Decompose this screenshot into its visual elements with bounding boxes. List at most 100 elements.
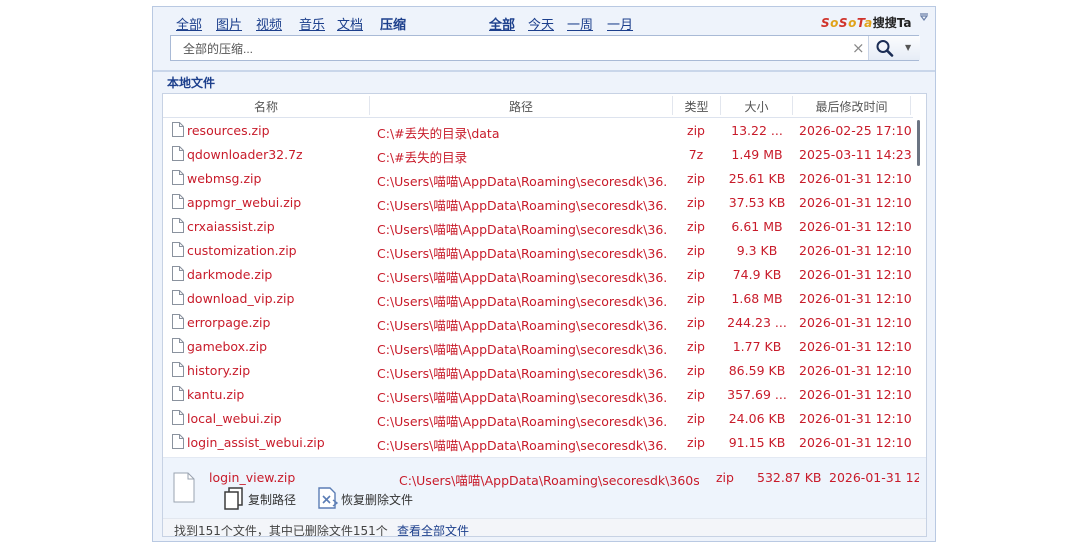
file-name: crxaiassist.zip — [187, 219, 275, 234]
file-row[interactable]: download_vip.zip C:\Users\喵喵\AppData\Roam… — [163, 286, 913, 310]
section-title: 本地文件 — [167, 76, 216, 90]
file-name: appmgr_webui.zip — [187, 195, 302, 210]
file-name: darkmode.zip — [187, 267, 273, 282]
file-type: zip — [687, 363, 705, 378]
selected-file-type: zip — [716, 470, 734, 485]
file-modified: 2025-03-11 14:23 — [799, 147, 912, 162]
file-icon — [172, 434, 184, 449]
file-path: C:\#丢失的目录 — [377, 150, 468, 165]
divider — [153, 70, 935, 72]
file-size: 13.22 ... — [731, 123, 783, 138]
filter-music[interactable]: 音乐 — [299, 14, 325, 33]
time-filter-today[interactable]: 今天 — [528, 14, 554, 33]
file-list-panel: 名称 路径 类型 大小 最后修改时间 resources.zip C:\#丢失的目… — [162, 93, 927, 537]
restore-icon — [318, 487, 339, 509]
file-modified: 2026-01-31 12:10 — [799, 195, 912, 210]
file-icon — [172, 194, 184, 209]
file-path: C:\#丢失的目录\data — [377, 126, 500, 141]
filter-images[interactable]: 图片 — [216, 14, 242, 33]
file-modified: 2026-01-31 12:10 — [799, 171, 912, 186]
file-row[interactable]: qdownloader32.7z C:\#丢失的目录 7z 1.49 MB 2025-0… — [163, 142, 913, 166]
file-icon — [172, 122, 184, 137]
filter-archive[interactable]: 压缩 — [380, 14, 406, 33]
file-size: 91.15 KB — [728, 435, 786, 450]
time-filter-all[interactable]: 全部 — [489, 14, 515, 33]
file-size: 1.49 MB — [731, 147, 783, 162]
scrollbar[interactable] — [914, 94, 926, 456]
file-row[interactable]: history.zip C:\Users\喵喵\AppData\Roaming\s… — [163, 358, 913, 382]
selected-file-path: C:\Users\喵喵\AppData\Roaming\secoresdk\36… — [399, 473, 699, 488]
file-path: C:\Users\喵喵\AppData\Roaming\secoresdk\36… — [377, 198, 667, 213]
file-row[interactable]: darkmode.zip C:\Users\喵喵\AppData\Roaming\… — [163, 262, 913, 286]
file-icon — [172, 362, 184, 377]
file-modified: 2026-01-31 12:10 — [799, 291, 912, 306]
logo-letter: o — [830, 16, 839, 30]
file-type: zip — [687, 243, 705, 258]
file-modified: 2026-02-25 17:10 — [799, 123, 912, 138]
column-name[interactable]: 名称 — [163, 98, 369, 115]
file-row[interactable]: appmgr_webui.zip C:\Users\喵喵\AppData\Roam… — [163, 190, 913, 214]
file-path: C:\Users\喵喵\AppData\Roaming\secoresdk\36… — [377, 174, 667, 189]
collapse-icon[interactable] — [919, 13, 929, 23]
logo-letter: S — [821, 16, 831, 30]
file-row[interactable]: resources.zip C:\#丢失的目录\data zip 13.22 ... 2… — [163, 118, 913, 142]
file-row[interactable]: customization.zip C:\Users\喵喵\AppData\Roa… — [163, 238, 913, 262]
filter-video[interactable]: 视频 — [256, 14, 282, 33]
file-row[interactable]: webmsg.zip C:\Users\喵喵\AppData\Roaming\se… — [163, 166, 913, 190]
file-icon — [172, 242, 184, 257]
search-bar: × ▼ — [170, 35, 920, 62]
file-type: zip — [687, 435, 705, 450]
column-modified[interactable]: 最后修改时间 — [793, 98, 910, 115]
file-path: C:\Users\喵喵\AppData\Roaming\secoresdk\36… — [377, 438, 667, 453]
file-type: zip — [687, 219, 705, 234]
file-path: C:\Users\喵喵\AppData\Roaming\secoresdk\36… — [377, 366, 667, 381]
clear-icon[interactable]: × — [852, 39, 865, 57]
file-icon — [172, 218, 184, 233]
selected-file-size: 532.87 KB — [757, 470, 822, 485]
file-name: gamebox.zip — [187, 339, 267, 354]
copy-path-label: 复制路径 — [248, 493, 297, 507]
file-name: resources.zip — [187, 123, 270, 138]
copy-icon — [224, 487, 243, 510]
file-modified: 2026-01-31 12:10 — [799, 339, 912, 354]
file-modified: 2026-01-31 12:10 — [799, 267, 912, 282]
file-row[interactable]: login_assist_webui.zip C:\Users\喵喵\AppDat… — [163, 430, 913, 454]
list-header: 名称 路径 类型 大小 最后修改时间 — [163, 94, 913, 118]
file-row[interactable]: crxaiassist.zip C:\Users\喵喵\AppData\Roami… — [163, 214, 913, 238]
view-all-files-link[interactable]: 查看全部文件 — [397, 522, 469, 536]
file-row[interactable]: errorpage.zip C:\Users\喵喵\AppData\Roaming… — [163, 310, 913, 334]
selected-file-modified: 2026-01-31 12:10 — [829, 470, 919, 485]
selected-file-name: login_view.zip — [209, 470, 296, 485]
file-row[interactable]: kantu.zip C:\Users\喵喵\AppData\Roaming\sec… — [163, 382, 913, 406]
search-input[interactable] — [181, 36, 845, 62]
file-row[interactable]: gamebox.zip C:\Users\喵喵\AppData\Roaming\s… — [163, 334, 913, 358]
column-size[interactable]: 大小 — [721, 98, 792, 115]
search-button[interactable]: ▼ — [868, 36, 920, 60]
file-size: 1.68 MB — [731, 291, 783, 306]
time-filter-week[interactable]: 一周 — [567, 14, 593, 33]
time-filter-month[interactable]: 一月 — [607, 14, 633, 33]
file-path: C:\Users\喵喵\AppData\Roaming\secoresdk\36… — [377, 270, 667, 285]
column-type[interactable]: 类型 — [673, 98, 720, 115]
file-icon — [172, 146, 184, 161]
file-type: zip — [687, 267, 705, 282]
file-path: C:\Users\喵喵\AppData\Roaming\secoresdk\36… — [377, 246, 667, 261]
file-path: C:\Users\喵喵\AppData\Roaming\secoresdk\36… — [377, 414, 667, 429]
filter-docs[interactable]: 文档 — [337, 14, 363, 33]
scrollbar-thumb[interactable] — [917, 120, 920, 166]
file-modified: 2026-01-31 12:10 — [799, 435, 912, 450]
file-icon — [172, 410, 184, 425]
logo-text: SoSoTa — [821, 16, 873, 30]
column-path[interactable]: 路径 — [370, 98, 672, 115]
file-row[interactable]: local_webui.zip C:\Users\喵喵\AppData\Roami… — [163, 406, 913, 430]
filter-all[interactable]: 全部 — [176, 14, 202, 33]
file-type: 7z — [688, 147, 704, 162]
status-text: 找到151个文件，其中已删除文件151个 — [174, 524, 388, 537]
file-size: 6.61 MB — [731, 219, 783, 234]
file-icon — [172, 170, 184, 185]
file-size: 357.69 ... — [727, 387, 787, 402]
selected-file-row[interactable]: login_view.zip C:\Users\喵喵\AppData\Roami… — [163, 457, 926, 519]
column-divider[interactable] — [910, 96, 911, 115]
file-path: C:\Users\喵喵\AppData\Roaming\secoresdk\36… — [377, 342, 667, 357]
file-size: 37.53 KB — [728, 195, 786, 210]
